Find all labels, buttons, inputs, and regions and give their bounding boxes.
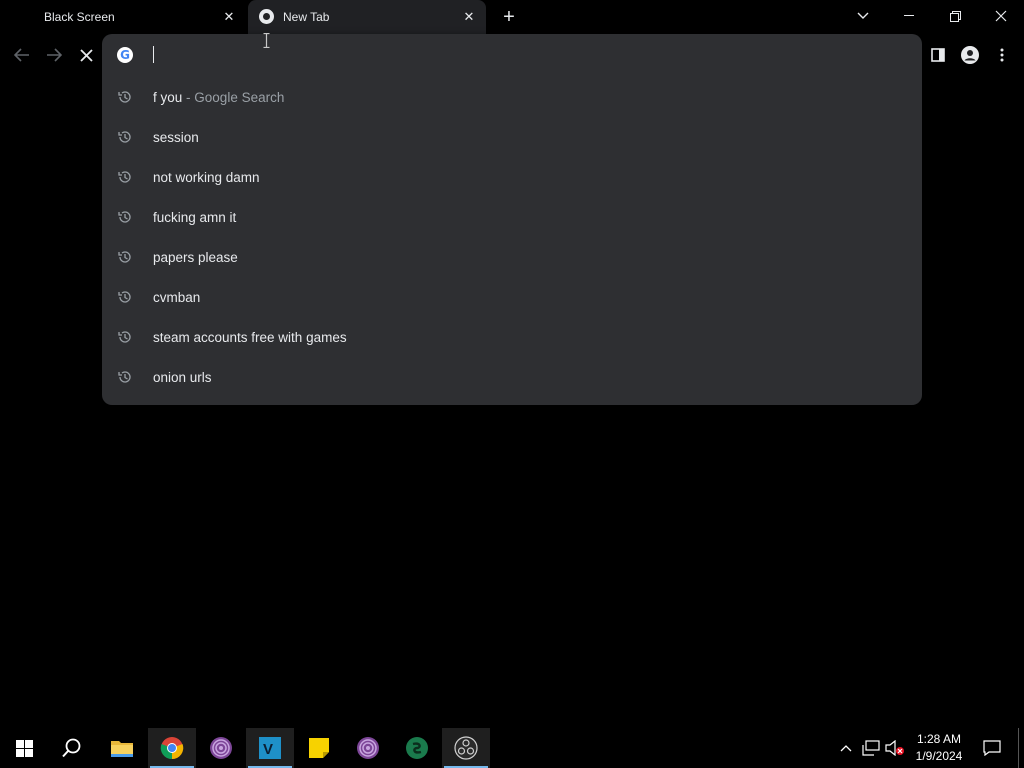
volume-button[interactable] bbox=[884, 728, 906, 768]
avatar-icon bbox=[961, 46, 979, 64]
suggestion-subtext: - Google Search bbox=[186, 89, 285, 105]
restore-icon bbox=[949, 10, 961, 22]
taskbar-green-app[interactable] bbox=[393, 728, 441, 768]
stop-loading-button[interactable] bbox=[74, 43, 98, 67]
suggestion-item[interactable]: papers please bbox=[102, 237, 922, 277]
tab-strip: Black Screen ✕ New Tab ✕ + bbox=[0, 0, 1024, 34]
taskbar-tor-browser[interactable] bbox=[197, 728, 245, 768]
chevron-up-icon bbox=[840, 745, 852, 752]
windows-taskbar: V 1:28 AM 1/9/2024 bbox=[0, 728, 1024, 768]
tor-icon bbox=[357, 737, 379, 759]
arrow-left-icon bbox=[14, 48, 29, 62]
svg-text:V: V bbox=[263, 741, 273, 758]
more-vertical-icon bbox=[1000, 48, 1004, 62]
suggestion-item[interactable]: onion urls bbox=[102, 357, 922, 397]
action-center-button[interactable] bbox=[978, 728, 1006, 768]
clock-time: 1:28 AM bbox=[916, 732, 962, 746]
search-button[interactable] bbox=[48, 728, 96, 768]
history-icon bbox=[118, 291, 131, 303]
folder-icon bbox=[111, 741, 133, 757]
tab-search-button[interactable] bbox=[840, 0, 886, 32]
search-icon bbox=[62, 738, 81, 758]
suggestion-item[interactable]: steam accounts free with games bbox=[102, 317, 922, 357]
suggestion-item[interactable]: cvmban bbox=[102, 277, 922, 317]
minimize-icon bbox=[904, 15, 914, 16]
minimize-button[interactable] bbox=[886, 0, 932, 32]
tab-title: Black Screen bbox=[44, 10, 115, 24]
app-icon bbox=[406, 737, 428, 759]
side-panel-icon bbox=[931, 48, 945, 62]
taskbar-chrome[interactable] bbox=[148, 728, 196, 768]
history-icon bbox=[118, 211, 131, 223]
suggestion-text: steam accounts free with games bbox=[153, 329, 347, 345]
text-caret bbox=[153, 46, 154, 63]
suggestion-text: session bbox=[153, 129, 199, 145]
omnibox-input-row: G bbox=[102, 34, 922, 76]
chrome-icon bbox=[160, 737, 184, 760]
taskbar-tor-browser-2[interactable] bbox=[344, 728, 392, 768]
suggestion-text: onion urls bbox=[153, 369, 212, 385]
suggestion-list: f you - Google Search session not workin… bbox=[102, 77, 922, 397]
vs-icon: V bbox=[259, 737, 281, 759]
suggestion-text: f you - Google Search bbox=[153, 89, 285, 105]
windows-logo-icon bbox=[15, 739, 33, 757]
taskbar-clock[interactable]: 1:28 AM 1/9/2024 bbox=[906, 731, 972, 765]
start-button[interactable] bbox=[0, 728, 48, 768]
close-tab-icon[interactable]: ✕ bbox=[222, 10, 236, 24]
taskbar-file-explorer[interactable] bbox=[98, 728, 146, 768]
tab-title: New Tab bbox=[283, 10, 330, 24]
suggestion-text: cvmban bbox=[153, 289, 201, 305]
suggestion-item[interactable]: fucking amn it bbox=[102, 197, 922, 237]
back-button[interactable] bbox=[10, 43, 34, 67]
suggestion-text: not working damn bbox=[153, 169, 260, 185]
notification-icon bbox=[983, 740, 1001, 756]
omnibox-dropdown: G f you - Google Search session not work… bbox=[102, 34, 922, 405]
google-icon: G bbox=[117, 47, 133, 63]
forward-button[interactable] bbox=[42, 43, 66, 67]
taskbar-visual-studio[interactable]: V bbox=[246, 728, 294, 768]
history-icon bbox=[118, 91, 131, 103]
taskbar-sticky-notes[interactable] bbox=[295, 728, 343, 768]
chevron-down-icon bbox=[857, 12, 869, 19]
history-icon bbox=[118, 251, 131, 263]
suggestion-item[interactable]: not working damn bbox=[102, 157, 922, 197]
network-button[interactable] bbox=[860, 728, 882, 768]
suggestion-text: fucking amn it bbox=[153, 209, 237, 225]
history-icon bbox=[118, 331, 131, 343]
new-tab-button[interactable]: + bbox=[498, 6, 520, 28]
volume-muted-icon bbox=[885, 740, 904, 756]
tab-black-screen[interactable]: Black Screen ✕ bbox=[0, 0, 246, 34]
chrome-menu-button[interactable] bbox=[990, 43, 1014, 67]
arrow-right-icon bbox=[47, 48, 62, 62]
close-window-button[interactable] bbox=[978, 0, 1024, 32]
suggestion-item[interactable]: f you - Google Search bbox=[102, 77, 922, 117]
restore-button[interactable] bbox=[932, 0, 978, 32]
suggestion-item[interactable]: session bbox=[102, 117, 922, 157]
side-panel-button[interactable] bbox=[926, 43, 950, 67]
close-icon bbox=[79, 48, 93, 62]
suggestion-text: papers please bbox=[153, 249, 238, 265]
sticky-note-icon bbox=[309, 738, 329, 758]
show-desktop-divider[interactable] bbox=[1018, 728, 1019, 768]
chrome-favicon-icon bbox=[259, 9, 274, 24]
history-icon bbox=[118, 371, 131, 383]
tab-new-tab[interactable]: New Tab ✕ bbox=[248, 0, 486, 34]
profile-button[interactable] bbox=[958, 43, 982, 67]
clock-date: 1/9/2024 bbox=[915, 749, 963, 763]
taskbar-obs[interactable] bbox=[442, 728, 490, 768]
history-icon bbox=[118, 131, 131, 143]
obs-icon bbox=[454, 736, 478, 760]
show-hidden-icons-button[interactable] bbox=[836, 728, 856, 768]
tor-icon bbox=[210, 737, 232, 759]
close-tab-icon[interactable]: ✕ bbox=[462, 10, 476, 24]
network-icon bbox=[862, 740, 880, 756]
close-icon bbox=[995, 10, 1007, 22]
history-icon bbox=[118, 171, 131, 183]
text-cursor-icon bbox=[263, 33, 270, 48]
